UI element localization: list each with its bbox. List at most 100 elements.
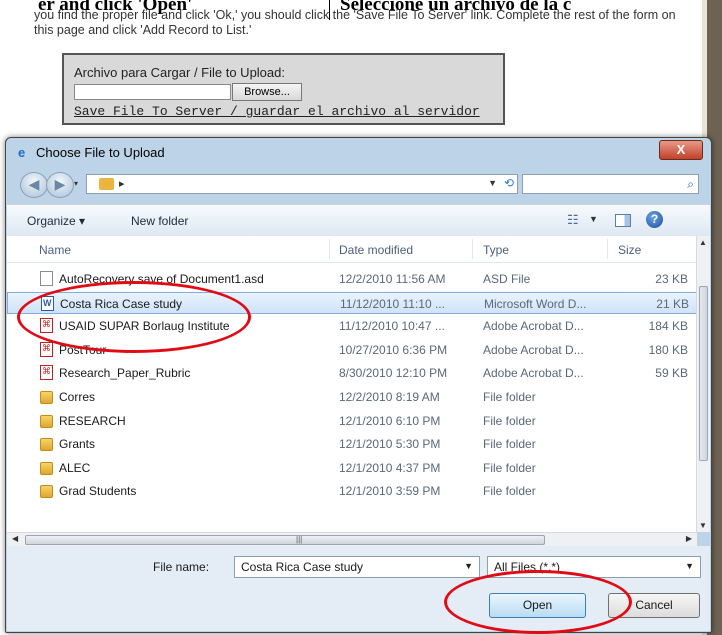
folder-icon	[40, 414, 53, 428]
cancel-button[interactable]: Cancel	[608, 593, 700, 618]
preview-pane-icon[interactable]	[615, 214, 631, 227]
folder-icon	[40, 485, 53, 499]
file-name: Grants	[59, 437, 96, 452]
forward-arrow-icon[interactable]: ▶	[46, 172, 74, 198]
file-size: 21 KB	[656, 296, 689, 311]
file-list: Name Date modified Type Size AutoRecover…	[7, 236, 710, 532]
file-row[interactable]: Costa Rica Case study 11/12/2010 11:10 ..…	[7, 291, 697, 314]
column-divider[interactable]	[329, 239, 330, 259]
file-name: Costa Rica Case study	[60, 296, 183, 311]
vertical-scrollbar[interactable]: ▲ ▼	[696, 236, 710, 532]
file-date: 12/1/2010 4:37 PM	[339, 460, 441, 475]
column-divider[interactable]	[607, 239, 608, 259]
file-type: Adobe Acrobat D...	[483, 319, 584, 334]
file-size: 59 KB	[655, 366, 688, 381]
file-size: 23 KB	[655, 272, 688, 286]
folder-icon	[40, 391, 53, 404]
file-date: 11/12/2010 10:47 ...	[339, 319, 445, 334]
pdf-file-icon	[40, 341, 53, 357]
address-bar: ◀ ▶ ▾ ▸ ▼ ⟲ ⌕	[14, 171, 700, 199]
grip-icon: |||	[296, 535, 303, 544]
file-name: Corres	[59, 390, 96, 404]
history-dropdown-icon[interactable]: ▾	[74, 179, 78, 188]
file-date: 11/12/2010 11:10 ...	[340, 296, 445, 311]
ie-logo-icon: e	[18, 145, 26, 160]
chevron-down-icon[interactable]: ▼	[589, 214, 598, 224]
scroll-thumb[interactable]: |||	[25, 535, 545, 545]
file-date: 10/27/2010 6:36 PM	[339, 342, 448, 357]
dialog-footer: File name: Costa Rica Case study ▼ All F…	[7, 546, 710, 631]
views-icon[interactable]: ☷	[567, 212, 579, 228]
column-name[interactable]: Name	[39, 243, 71, 257]
scroll-right-icon[interactable]: ▶	[686, 534, 692, 543]
file-type: ASD File	[483, 272, 531, 286]
document-icon	[40, 271, 53, 286]
scroll-down-icon[interactable]: ▼	[699, 521, 707, 530]
column-header: Name Date modified Type Size	[7, 236, 697, 263]
dialog-title: Choose File to Upload	[36, 145, 165, 160]
file-row[interactable]: Grad Students 12/1/2010 3:59 PM File folde…	[7, 480, 697, 502]
file-type-select[interactable]: All Files (*.*) ▼	[487, 556, 701, 578]
file-row[interactable]: ALEC 12/1/2010 4:37 PM File folder	[7, 457, 697, 479]
word-doc-icon	[41, 295, 54, 311]
file-type: Adobe Acrobat D...	[483, 342, 584, 357]
folder-icon	[40, 461, 53, 475]
file-type: File folder	[483, 460, 536, 475]
file-row[interactable]: Grants 12/1/2010 5:30 PM File folder	[7, 433, 697, 455]
file-type: File folder	[483, 437, 536, 452]
file-name: ALEC	[59, 460, 91, 475]
file-row[interactable]: RESEARCH 12/1/2010 6:10 PM File folder	[7, 410, 697, 432]
browse-button[interactable]: Browse...	[232, 83, 302, 101]
close-button[interactable]: X	[659, 140, 703, 160]
file-date: 12/2/2010 8:19 AM	[339, 390, 440, 404]
refresh-icon[interactable]: ⟲	[504, 176, 514, 190]
file-size: 184 KB	[648, 319, 688, 334]
column-type[interactable]: Type	[483, 243, 509, 257]
choose-file-dialog: e Choose File to Upload X ◀ ▶ ▾ ▸ ▼ ⟲ ⌕ …	[5, 137, 712, 633]
file-row[interactable]: Research_Paper_Rubric 8/30/2010 12:10 PM A…	[7, 362, 697, 384]
upload-panel: Archivo para Cargar / File to Upload: Br…	[62, 53, 505, 125]
folder-icon	[99, 178, 114, 190]
file-type: File folder	[483, 484, 536, 499]
file-type: File folder	[483, 390, 536, 404]
help-icon[interactable]: ?	[646, 211, 663, 228]
chevron-down-icon[interactable]: ▼	[488, 178, 497, 188]
file-date: 12/1/2010 5:30 PM	[339, 437, 441, 452]
search-icon[interactable]: ⌕	[687, 177, 694, 192]
file-name: Grad Students	[59, 484, 137, 499]
file-type-value: All Files (*.*)	[494, 560, 561, 574]
scroll-thumb[interactable]	[699, 286, 708, 461]
file-name: Research_Paper_Rubric	[59, 366, 191, 381]
file-name-field[interactable]: Costa Rica Case study ▼	[234, 556, 480, 578]
back-arrow-icon[interactable]: ◀	[20, 172, 48, 198]
column-size[interactable]: Size	[618, 243, 641, 257]
upload-file-input[interactable]	[74, 84, 231, 100]
pdf-file-icon	[40, 318, 53, 334]
file-date: 12/1/2010 3:59 PM	[339, 484, 441, 499]
chevron-down-icon[interactable]: ▼	[464, 561, 473, 571]
breadcrumb-arrow-icon[interactable]: ▸	[119, 177, 125, 190]
scroll-left-icon[interactable]: ◀	[12, 534, 18, 543]
search-input[interactable]: ⌕	[522, 174, 699, 194]
file-type: Microsoft Word D...	[484, 296, 587, 311]
file-row[interactable]: Corres 12/2/2010 8:19 AM File folder	[7, 386, 697, 408]
file-name: AutoRecovery save of Document1.asd	[59, 272, 264, 286]
column-divider[interactable]	[472, 239, 473, 259]
file-name: RESEARCH	[59, 413, 126, 428]
file-name-value: Costa Rica Case study	[241, 560, 364, 574]
file-row[interactable]: AutoRecovery save of Document1.asd 12/2/2…	[7, 268, 697, 290]
save-file-link[interactable]: Save File To Server / guardar el archivo…	[74, 104, 480, 119]
file-type: Adobe Acrobat D...	[483, 366, 584, 381]
file-date: 8/30/2010 12:10 PM	[339, 366, 448, 381]
dialog-titlebar: e Choose File to Upload X	[6, 138, 711, 165]
address-field[interactable]: ▸ ▼ ⟲	[86, 174, 518, 194]
chevron-down-icon[interactable]: ▼	[685, 561, 694, 571]
column-date[interactable]: Date modified	[339, 243, 413, 257]
organize-button[interactable]: Organize ▾	[27, 214, 85, 228]
open-button[interactable]: Open	[489, 593, 586, 618]
file-row[interactable]: PostTour 10/27/2010 6:36 PM Adobe Acrobat …	[7, 339, 697, 361]
new-folder-button[interactable]: New folder	[131, 214, 188, 228]
file-row[interactable]: USAID SUPAR Borlaug Institute 11/12/2010 …	[7, 315, 697, 337]
scroll-up-icon[interactable]: ▲	[699, 238, 707, 247]
horizontal-scrollbar[interactable]: ◀ ||| ▶	[7, 532, 697, 547]
